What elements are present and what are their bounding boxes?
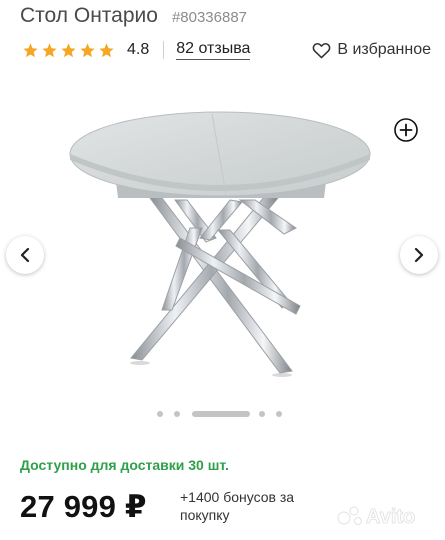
meta-row: 4.8 82 отзыва В избранное: [22, 38, 431, 62]
product-image: [69, 111, 371, 377]
product-title: Стол Онтарио: [20, 4, 158, 27]
pagination-dot[interactable]: [276, 411, 282, 417]
chevron-left-icon: [20, 247, 30, 263]
availability-text: Доступно для доставки 30 шт.: [20, 457, 229, 473]
favorite-button[interactable]: В избранное: [312, 41, 431, 59]
product-gallery[interactable]: [0, 88, 445, 418]
zoom-plus-icon[interactable]: [393, 117, 419, 143]
star-icon: [80, 42, 95, 57]
star-icon: [99, 42, 114, 57]
gallery-pagination: [0, 410, 445, 418]
rating-value: 4.8: [127, 41, 150, 58]
rating-stars: [22, 42, 115, 59]
reviews-link[interactable]: 82 отзыва: [176, 40, 251, 60]
divider: [163, 41, 165, 59]
price: 27 999 ₽: [20, 489, 147, 524]
favorite-label: В избранное: [337, 41, 431, 58]
pagination-dot[interactable]: [259, 411, 265, 417]
pagination-dot[interactable]: [174, 411, 180, 417]
chevron-right-icon: [414, 247, 424, 263]
svg-text:Avito: Avito: [366, 506, 415, 528]
product-sku: #80336887: [171, 9, 248, 26]
pagination-dot[interactable]: [157, 411, 163, 417]
next-image-button[interactable]: [400, 236, 438, 274]
star-icon: [61, 42, 76, 57]
title-row: Стол Онтарио #80336887: [20, 4, 435, 32]
pagination-dot-active: [192, 411, 250, 417]
previous-image-button[interactable]: [6, 236, 44, 274]
avito-watermark-logo: Avito: [337, 506, 416, 528]
heart-icon: [312, 42, 331, 59]
star-icon: [23, 42, 38, 57]
bonus-text: +1400 бонусов за покупку: [180, 489, 295, 523]
star-icon: [42, 42, 57, 57]
